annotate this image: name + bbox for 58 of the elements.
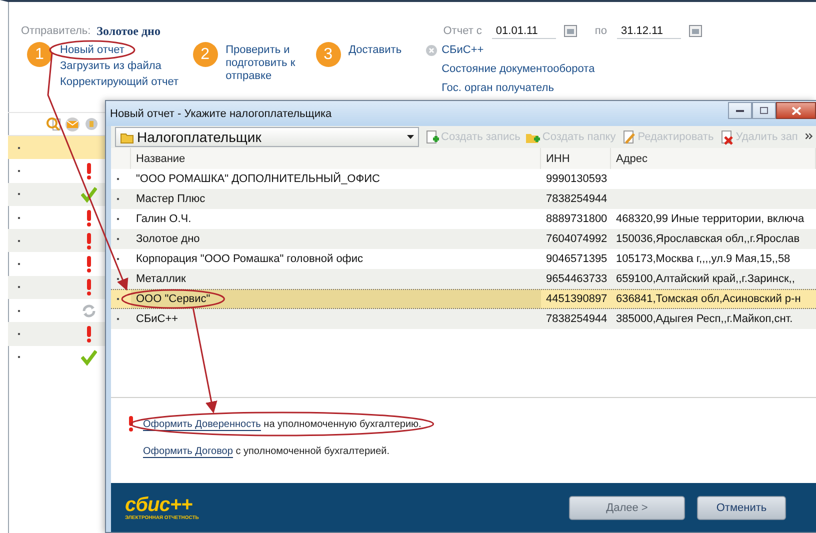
table-cell-text: Золотое дно	[135, 232, 201, 247]
dialog-button[interactable]: Отменить	[697, 496, 786, 520]
table-row[interactable]: Золотое дно 7604074992 150036,Ярославская обл,,г.Ярослав	[111, 229, 816, 249]
column-header[interactable]: Название	[131, 148, 541, 169]
step-link[interactable]: Корректирующий отчет	[60, 76, 179, 88]
table-cell-text: 7604074992	[545, 232, 608, 247]
table-cell: ООО "Сервис"	[131, 290, 541, 308]
date-field[interactable]: 01.01.11	[492, 24, 556, 38]
table-cell-text: 150036,Ярославская обл,,г.Ярослав	[615, 232, 801, 247]
step-number: 1	[27, 42, 52, 67]
date-field[interactable]: 31.12.11	[617, 24, 681, 38]
table-cell-text: 659100,Алтайский край,,г.Заринск,,	[615, 272, 796, 287]
logo-text: сбис++	[125, 494, 194, 514]
table-cell-text: 9046571395	[545, 252, 608, 267]
column-header[interactable]: Адрес	[611, 148, 816, 169]
step-number: 3	[316, 42, 341, 67]
window-title: Новый отчет - Укажите налогоплательщика	[110, 108, 332, 120]
sender-name: Золотое дно	[96, 24, 160, 38]
period-label: Отчет с	[443, 25, 482, 37]
table-cell-text: 636841,Томская обл,Асиновский р-н	[615, 292, 802, 307]
service-link[interactable]: Гос. орган получатель	[442, 82, 595, 94]
table-cell-text: Галин О.Ч.	[135, 212, 192, 227]
note-link[interactable]: Оформить Доверенность	[143, 418, 261, 430]
note-text: Оформить Договор с уполномоченной бухгалтерией.	[143, 446, 390, 457]
table-cell-text: 9654463733	[545, 272, 608, 287]
table-cell-text: 9990130593	[545, 172, 608, 187]
note-text: Оформить Доверенность на уполномоченную бухгалтерию.	[143, 418, 422, 430]
table-row[interactable]: Мастер Плюс 7838254944	[111, 189, 816, 209]
sender-label: Отправитель:	[21, 25, 91, 37]
table-row[interactable]: Галин О.Ч. 8889731800 468320,99 Иные территории, включа	[111, 209, 816, 229]
table-row[interactable]: Металлик 9654463733 659100,Алтайский край,,г.Заринск,,	[111, 269, 816, 289]
period-label: по	[594, 25, 607, 37]
table-cell-text: 385000,Адыгея Респ,,г.Майкоп,снт.	[615, 312, 794, 327]
service-title[interactable]: СБиС++	[442, 44, 595, 56]
column-header[interactable]: ИНН	[541, 148, 611, 169]
step-link[interactable]: Загрузить из файла	[60, 60, 179, 72]
service-link[interactable]: Состояние документооборота	[442, 63, 595, 75]
table-row[interactable]: "ООО РОМАШКА" ДОПОЛНИТЕЛЬНЫЙ_ОФИС 9990130593	[111, 169, 816, 189]
step-link[interactable]: Доставить	[348, 44, 402, 56]
table-cell-text: Мастер Плюс	[135, 192, 206, 207]
table-cell-text: 4451390897	[545, 292, 608, 307]
step-number: 2	[192, 42, 218, 67]
table-row[interactable]: Корпорация "ООО Ромашка" головной офис 9046571395 105173,Москва г,,,,ул.9 Мая,15,,58	[111, 249, 816, 269]
step-link[interactable]: Проверить и подготовить к отправке	[226, 44, 302, 83]
folder-dropdown[interactable]: Налогоплательщик	[115, 127, 420, 147]
table-cell-text: 468320,99 Иные территории, включа	[615, 212, 806, 227]
table-row[interactable]: ООО "Сервис" 4451390897 636841,Томская обл,Асиновский р-н	[111, 289, 816, 309]
table-cell-text: Металлик	[135, 272, 187, 287]
table-cell-text: 8889731800	[545, 212, 608, 227]
table-row[interactable]: СБиС++ 7838254944 385000,Адыгея Респ,,г.Майкоп,снт.	[111, 309, 816, 329]
table-cell-text: 105173,Москва г,,,,ул.9 Мая,15,,58	[615, 252, 792, 267]
step-link[interactable]: Новый отчет	[60, 44, 179, 56]
table-cell-text: 7838254944	[545, 312, 608, 327]
table-cell-text: 7838254944	[545, 192, 608, 207]
table-cell-text: "ООО РОМАШКА" ДОПОЛНИТЕЛЬНЫЙ_ОФИС	[135, 171, 381, 187]
table-cell-text: СБиС++	[135, 312, 180, 327]
table-cell-text: Корпорация "ООО Ромашка" головной офис	[135, 252, 364, 267]
note-link[interactable]: Оформить Договор	[143, 446, 233, 458]
